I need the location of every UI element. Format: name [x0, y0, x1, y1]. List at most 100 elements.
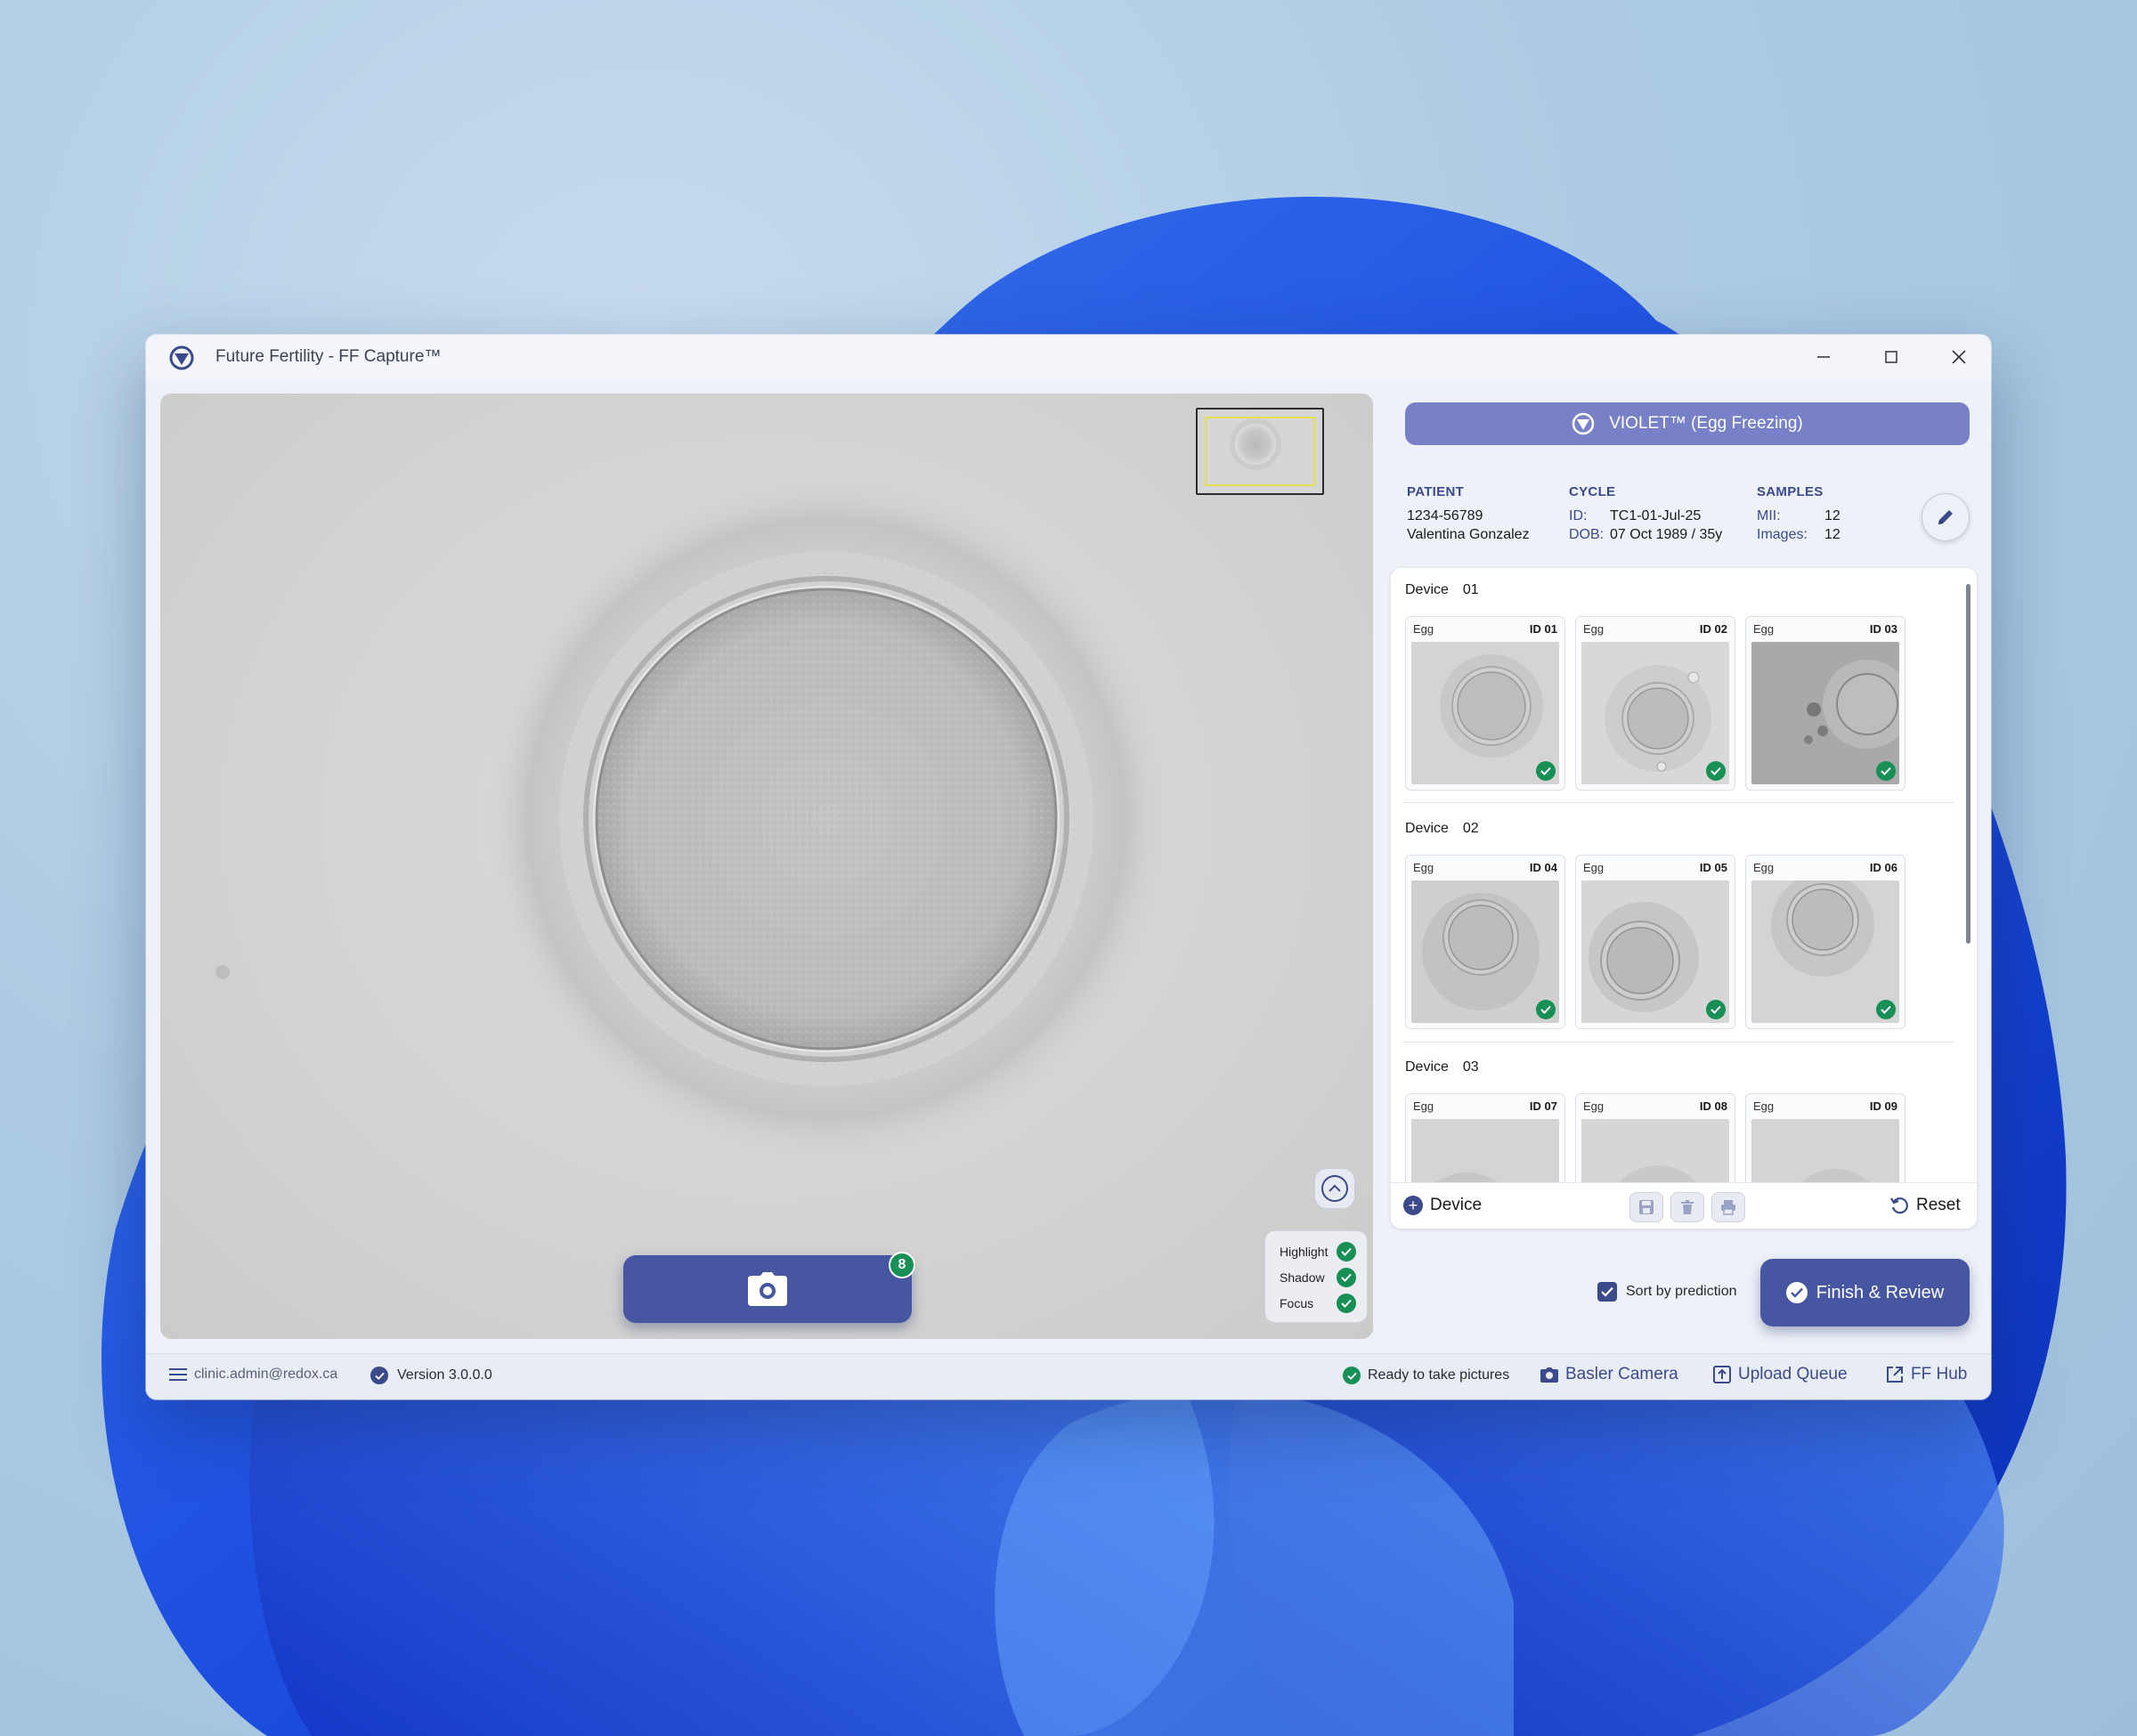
check-icon: [1343, 1367, 1361, 1384]
overlay-shadow-toggle[interactable]: Shadow: [1280, 1264, 1356, 1290]
sample-tile[interactable]: Egg ID 01: [1405, 616, 1565, 791]
device-title: Device 01: [1405, 582, 1479, 597]
title-bar[interactable]: Future Fertility - FF Capture™: [146, 335, 1991, 379]
version-info: Version 3.0.0.0: [370, 1367, 492, 1384]
sample-id: ID 07: [1529, 1099, 1557, 1113]
overlay-focus-toggle[interactable]: Focus: [1280, 1290, 1356, 1316]
user-menu[interactable]: clinic.admin@redox.ca: [169, 1367, 337, 1383]
upload-link-label: Upload Queue: [1738, 1365, 1848, 1383]
minimize-icon: [1817, 356, 1830, 358]
sample-type: Egg: [1753, 1099, 1775, 1113]
close-button[interactable]: [1927, 335, 1991, 379]
print-button[interactable]: [1711, 1192, 1745, 1222]
window-title: Future Fertility - FF Capture™: [215, 347, 442, 366]
maximize-icon: [1885, 351, 1897, 363]
sample-thumbnail: [1751, 642, 1899, 784]
finish-label: Finish & Review: [1816, 1282, 1945, 1302]
sample-type: Egg: [1753, 861, 1775, 874]
images-label: Images:: [1757, 527, 1808, 542]
sample-thumbnail: [1411, 642, 1559, 784]
cycle-id-label: ID:: [1569, 508, 1588, 523]
sample-tile[interactable]: Egg ID 06: [1745, 855, 1905, 1029]
reset-label: Reset: [1916, 1196, 1961, 1214]
patient-name: Valentina Gonzalez: [1407, 527, 1530, 542]
samples-scrollbar[interactable]: [1966, 584, 1970, 944]
sample-tile[interactable]: Egg ID 03: [1745, 616, 1905, 791]
samples-heading: SAMPLES: [1757, 484, 1824, 499]
sample-type: Egg: [1583, 861, 1605, 874]
sample-id: ID 01: [1529, 622, 1557, 636]
undo-icon: [1890, 1197, 1908, 1214]
sample-thumbnail: [1751, 880, 1899, 1023]
collapse-overlays-button[interactable]: [1314, 1168, 1355, 1209]
add-device-label: Device: [1430, 1196, 1483, 1214]
reset-button[interactable]: Reset: [1889, 1196, 1961, 1215]
check-icon: [1536, 1000, 1556, 1019]
checkbox-checked-icon: [1597, 1282, 1617, 1302]
sample-thumbnail: [1411, 880, 1559, 1023]
sample-tile[interactable]: Egg ID 04: [1405, 855, 1565, 1029]
patient-id: 1234-56789: [1407, 508, 1483, 523]
check-icon: [1706, 761, 1726, 781]
camera-icon: [1540, 1367, 1558, 1383]
check-icon: [1337, 1241, 1356, 1261]
patient-heading: PATIENT: [1407, 484, 1465, 499]
status-text: Ready to take pictures: [1368, 1367, 1510, 1383]
user-email: clinic.admin@redox.ca: [194, 1367, 338, 1382]
sample-type: Egg: [1583, 622, 1605, 636]
app-window: Future Fertility - FF Capture™ 8 Highlig…: [146, 335, 1991, 1399]
capture-button[interactable]: [623, 1255, 912, 1323]
samples-list[interactable]: Device 01 Egg ID 01 Egg ID 02 Egg ID 03 D…: [1391, 568, 1977, 1229]
check-icon: [1785, 1282, 1808, 1303]
chevron-up-icon: [1321, 1175, 1348, 1202]
dob-value: 07 Oct 1989 / 35y: [1610, 527, 1723, 542]
minimize-button[interactable]: [1792, 335, 1856, 379]
trash-icon: [1681, 1200, 1694, 1214]
add-device-button[interactable]: + Device: [1403, 1196, 1482, 1215]
save-button[interactable]: [1629, 1192, 1663, 1222]
sample-id: ID 03: [1869, 622, 1897, 636]
sample-id: ID 02: [1699, 622, 1727, 636]
device-title: Device 02: [1405, 821, 1479, 836]
images-value: 12: [1824, 527, 1840, 542]
delete-button[interactable]: [1670, 1192, 1704, 1222]
sample-tile[interactable]: Egg ID 05: [1575, 855, 1735, 1029]
cycle-info: CYCLE ID: TC1-01-Jul-25 DOB: 07 Oct 1989 /…: [1569, 484, 1722, 546]
mii-label: MII:: [1757, 508, 1781, 523]
overlay-highlight-toggle[interactable]: Highlight: [1280, 1238, 1356, 1264]
finish-review-button[interactable]: Finish & Review: [1760, 1259, 1970, 1326]
cycle-heading: CYCLE: [1569, 484, 1616, 499]
maximize-button[interactable]: [1859, 335, 1923, 379]
violet-logo-icon: [1572, 412, 1595, 435]
sort-by-prediction-checkbox[interactable]: Sort by prediction: [1597, 1282, 1737, 1302]
sample-thumbnail: [1581, 880, 1729, 1023]
mii-value: 12: [1824, 508, 1840, 523]
sample-type: Egg: [1413, 861, 1434, 874]
edit-patient-button[interactable]: [1922, 493, 1970, 541]
camera-link-label: Basler Camera: [1565, 1365, 1678, 1383]
upload-queue-link[interactable]: Upload Queue: [1713, 1365, 1848, 1384]
mode-selector[interactable]: VIOLET™ (Egg Freezing): [1405, 402, 1970, 445]
future-fertility-logo-icon: [169, 345, 194, 370]
sort-label: Sort by prediction: [1626, 1284, 1737, 1299]
verified-icon: [370, 1367, 388, 1384]
mode-label: VIOLET™ (Egg Freezing): [1609, 414, 1803, 433]
minimap-oocyte-thumbnail: [1235, 424, 1276, 465]
basler-camera-link[interactable]: Basler Camera: [1540, 1365, 1678, 1384]
check-icon: [1706, 1000, 1726, 1019]
sample-id: ID 05: [1699, 861, 1727, 874]
version-text: Version 3.0.0.0: [397, 1367, 492, 1383]
samples-footer: + Device Reset: [1391, 1182, 1977, 1229]
sample-id: ID 09: [1869, 1099, 1897, 1113]
sample-type: Egg: [1413, 1099, 1434, 1113]
ff-hub-link[interactable]: FF Hub: [1886, 1365, 1967, 1384]
device-group-01: Device 01: [1405, 582, 1961, 605]
camera-status: Ready to take pictures: [1343, 1367, 1509, 1384]
printer-icon: [1721, 1200, 1735, 1215]
dob-label: DOB:: [1569, 527, 1605, 542]
sample-tile[interactable]: Egg ID 02: [1575, 616, 1735, 791]
overlay-label: Highlight: [1280, 1244, 1329, 1259]
navigator-minimap[interactable]: [1196, 408, 1324, 495]
check-icon: [1876, 761, 1896, 781]
microscope-viewer[interactable]: 8 Highlight Shadow Focus: [160, 393, 1373, 1339]
